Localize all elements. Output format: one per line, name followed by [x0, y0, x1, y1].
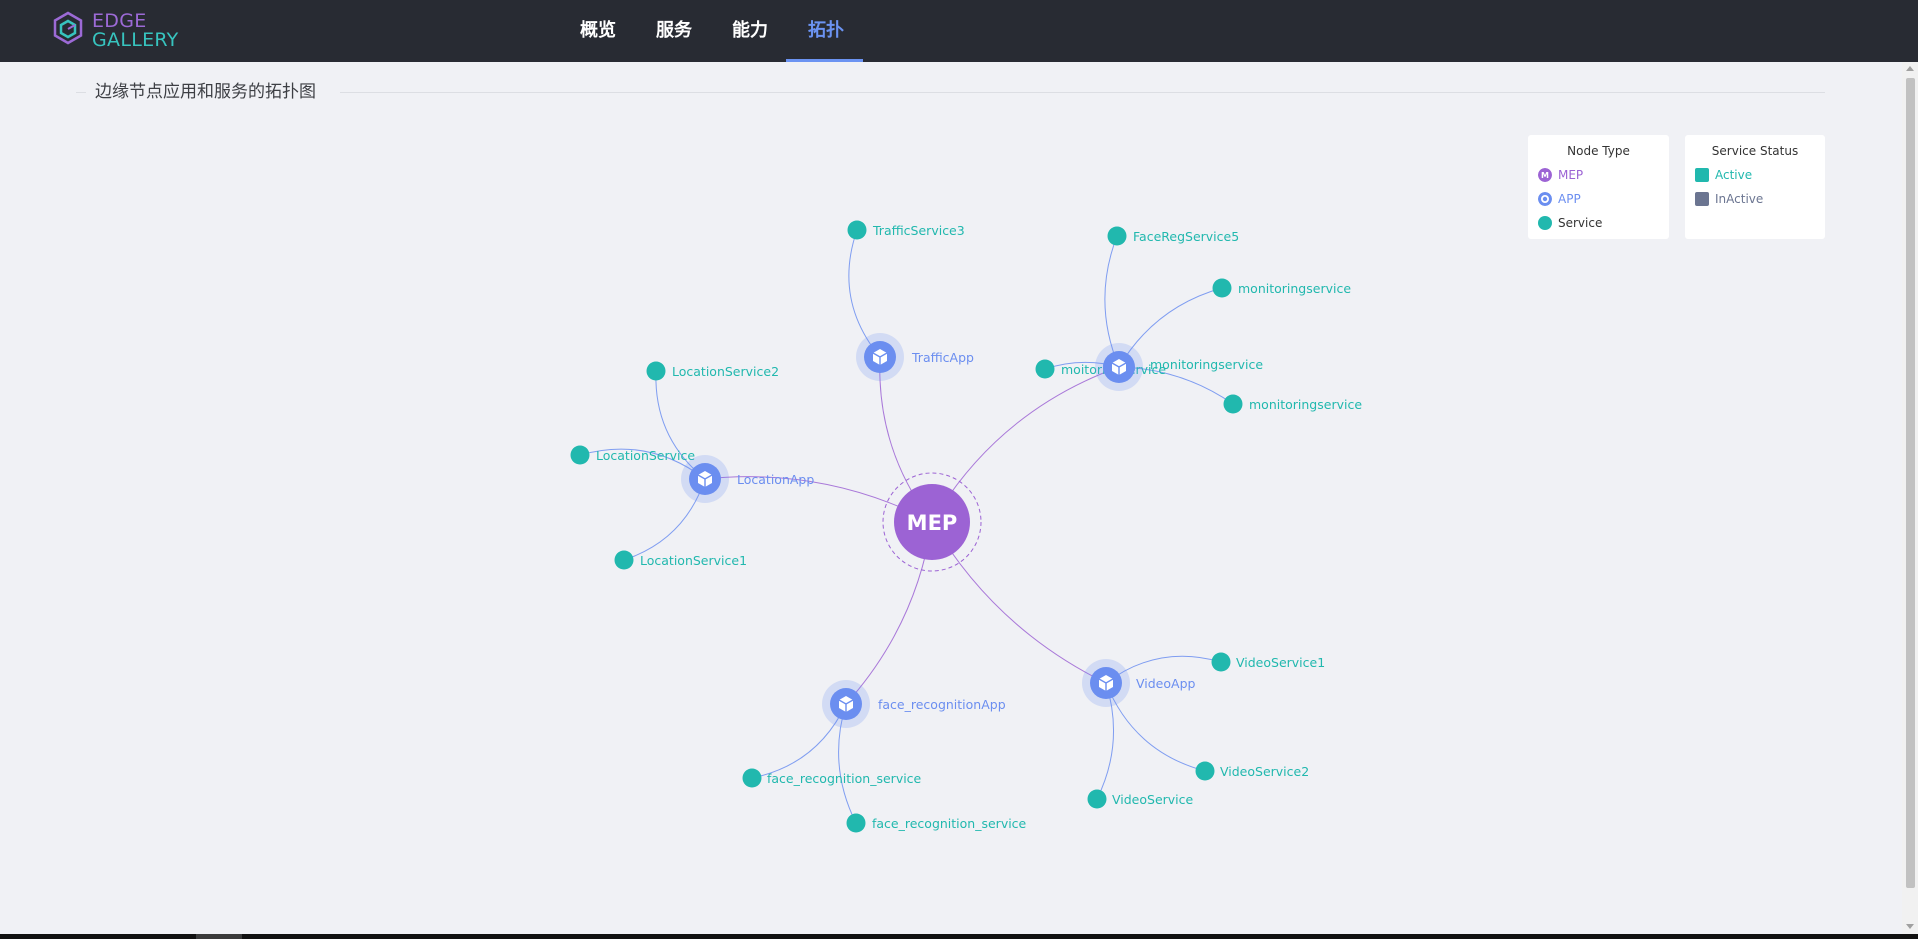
service-node-dot[interactable]	[646, 361, 666, 381]
app-node-label: TrafficApp	[911, 350, 974, 365]
service-node[interactable]: VideoService	[1087, 789, 1194, 809]
service-node[interactable]: FaceRegService5	[1107, 226, 1240, 246]
service-node[interactable]: VideoService2	[1195, 761, 1310, 781]
mep-node[interactable]: MEP	[882, 472, 982, 572]
service-node-dot[interactable]	[614, 550, 634, 570]
service-node-label: monitoringservice	[1249, 397, 1362, 412]
service-node-label: VideoService	[1112, 792, 1194, 807]
horizontal-scrollbar[interactable]	[0, 934, 1918, 939]
service-node-dot[interactable]	[1195, 761, 1215, 781]
service-node-label: face_recognition_service	[872, 816, 1027, 831]
service-node-label: FaceRegService5	[1133, 229, 1239, 244]
service-node-label: face_recognition_service	[767, 771, 922, 786]
service-node[interactable]: face_recognition_service	[742, 768, 922, 788]
scroll-down-arrow-icon[interactable]	[1906, 924, 1914, 929]
service-node-dot[interactable]	[1035, 359, 1055, 379]
service-node-label: VideoService2	[1220, 764, 1309, 779]
service-node[interactable]: face_recognition_service	[846, 813, 1027, 833]
service-node-dot[interactable]	[570, 445, 590, 465]
service-node-label: LocationService	[596, 448, 695, 463]
app-node[interactable]	[1095, 343, 1143, 391]
horizontal-scrollbar-thumb[interactable]	[196, 934, 242, 939]
app-node-label: face_recognitionApp	[878, 697, 1006, 712]
service-node[interactable]: monitoringservice	[1212, 278, 1352, 298]
service-node[interactable]: monitoringservice	[1223, 394, 1363, 414]
mep-node-label: MEP	[907, 511, 958, 535]
service-node-dot[interactable]	[1212, 278, 1232, 298]
service-node[interactable]: LocationService1	[614, 550, 748, 570]
app-node-label: VideoApp	[1136, 676, 1196, 691]
service-node[interactable]: LocationService	[570, 445, 696, 465]
service-node-label: TrafficService3	[872, 223, 965, 238]
service-node-label: monitoringservice	[1238, 281, 1351, 296]
service-node-label: monitoringservice	[1150, 357, 1263, 372]
service-node[interactable]: LocationService2	[646, 361, 780, 381]
scroll-up-arrow-icon[interactable]	[1906, 66, 1914, 71]
service-node-dot[interactable]	[1107, 226, 1127, 246]
app-node[interactable]: LocationApp	[681, 455, 814, 503]
service-node-dot[interactable]	[1087, 789, 1107, 809]
service-node-label: LocationService1	[640, 553, 747, 568]
service-node-label: VideoService1	[1236, 655, 1325, 670]
app-node[interactable]: TrafficApp	[856, 333, 974, 381]
app-node[interactable]: VideoApp	[1082, 659, 1196, 707]
service-node-dot[interactable]	[847, 220, 867, 240]
service-node[interactable]: VideoService1	[1211, 652, 1326, 672]
service-node-dot[interactable]	[846, 813, 866, 833]
service-node[interactable]: TrafficService3	[847, 220, 965, 240]
topology-graph[interactable]: TrafficService3 LocationService2 LocationS…	[0, 0, 1900, 934]
app-node[interactable]: face_recognitionApp	[822, 680, 1006, 728]
app-node-label: LocationApp	[737, 472, 814, 487]
service-node-label: LocationService2	[672, 364, 779, 379]
service-node-dot[interactable]	[742, 768, 762, 788]
service-node-dot[interactable]	[1223, 394, 1243, 414]
service-node-dot[interactable]	[1211, 652, 1231, 672]
scrollbar-thumb[interactable]	[1906, 78, 1915, 888]
